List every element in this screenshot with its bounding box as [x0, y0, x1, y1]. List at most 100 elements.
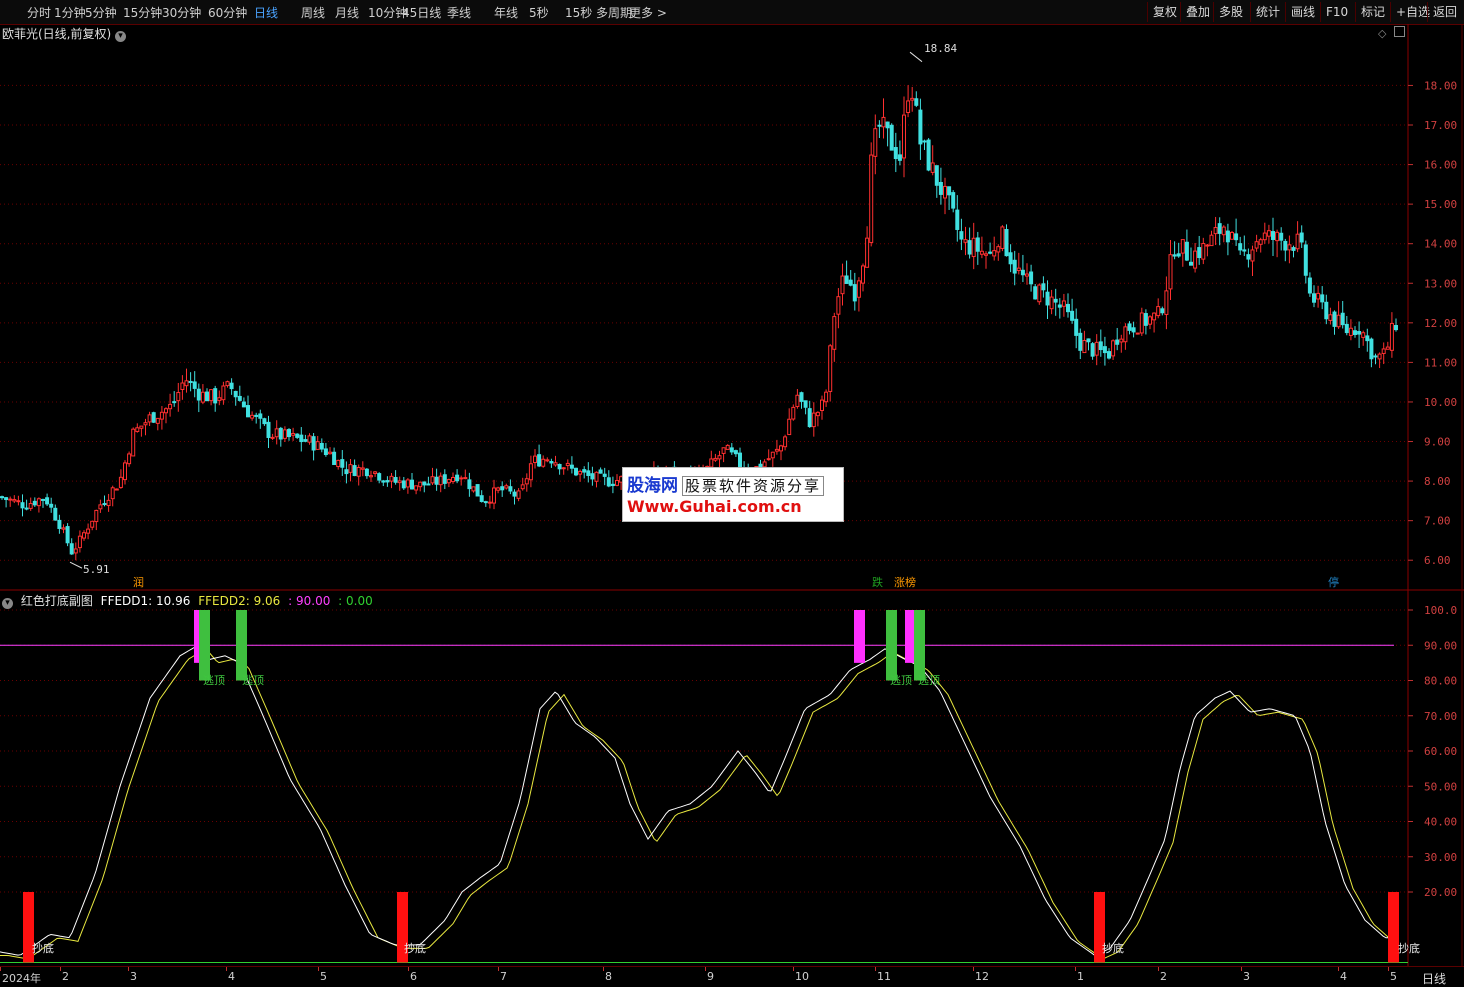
candle — [569, 456, 574, 474]
candle — [1115, 327, 1120, 351]
indicator-tick-label: 70.00 — [1424, 710, 1457, 723]
time-axis-label: 10 — [795, 970, 809, 983]
candle — [1193, 243, 1198, 273]
period-tab[interactable]: 60分钟 — [208, 4, 247, 21]
candle — [1102, 336, 1107, 366]
candle — [906, 85, 911, 118]
candle — [442, 469, 447, 490]
event-marker[interactable]: 涨榜 — [893, 576, 917, 589]
split-icon[interactable] — [1393, 26, 1405, 37]
escape-top-label: 逃顶 — [203, 674, 225, 687]
candle — [360, 461, 365, 477]
period-tab[interactable]: 月线 — [335, 4, 359, 21]
escape-top-label: 逃顶 — [890, 674, 912, 687]
candle — [1123, 323, 1128, 350]
candle — [1389, 312, 1394, 358]
toolbar-button[interactable]: 画线 — [1285, 2, 1320, 22]
candle — [229, 378, 234, 395]
candle — [1365, 328, 1370, 352]
candle — [504, 483, 509, 490]
diamond-icon[interactable]: ◇ — [1378, 27, 1386, 40]
candle — [1234, 218, 1239, 246]
event-marker[interactable]: 停 — [1327, 576, 1340, 589]
candle — [483, 500, 488, 507]
period-tab[interactable]: 5秒 — [529, 4, 549, 21]
indicator-tick-label: 100.0 — [1424, 604, 1457, 617]
period-tab[interactable]: 1分钟 — [54, 4, 86, 21]
period-tab[interactable]: 45日线 — [402, 4, 441, 21]
period-tab[interactable]: 更多 > — [629, 4, 667, 21]
candle — [1131, 321, 1136, 338]
candle — [713, 453, 718, 462]
candle — [1074, 308, 1079, 349]
candle — [914, 91, 919, 108]
chevron-down-icon[interactable]: ▾ — [115, 31, 127, 42]
period-tab[interactable]: 30分钟 — [162, 4, 201, 21]
candle — [1086, 338, 1091, 351]
price-tick-label: 12.00 — [1424, 317, 1457, 330]
candle — [1312, 285, 1316, 308]
toolbar-button[interactable]: 多股 — [1213, 2, 1248, 22]
toolbar-button[interactable]: 标记 — [1355, 2, 1390, 22]
time-axis-label: 3 — [130, 970, 137, 983]
period-tab[interactable]: 5分钟 — [85, 4, 117, 21]
candle — [508, 479, 513, 495]
candle — [553, 455, 558, 467]
event-marker[interactable]: 润 — [132, 576, 145, 589]
period-tab[interactable]: 多周期 — [596, 4, 632, 21]
candle — [123, 460, 127, 485]
candle — [766, 449, 771, 461]
event-marker[interactable]: 跌 — [871, 576, 884, 589]
candle — [1324, 294, 1329, 325]
toolbar-button[interactable]: F10 — [1320, 2, 1353, 22]
candle — [110, 485, 115, 507]
price-panel-title[interactable]: 欧菲光(日线,前复权) ▾ — [2, 25, 127, 42]
candle — [520, 477, 525, 491]
candle — [856, 277, 861, 312]
candle — [475, 484, 480, 497]
escape-top-label: 逃顶 — [242, 674, 264, 687]
candle — [438, 472, 443, 493]
candle — [528, 455, 533, 488]
stock-label[interactable]: 欧菲光(日线,前复权) — [2, 27, 111, 41]
candle — [1004, 224, 1009, 257]
period-tab[interactable]: 15秒 — [565, 4, 592, 21]
candle — [824, 389, 829, 407]
candle — [200, 384, 205, 405]
period-tab[interactable]: 年线 — [494, 4, 518, 21]
candle — [1041, 276, 1046, 298]
time-axis: 2024年 2 3 4 5 6 7 8 9 10 11 12 1 2 3 4 5 日线 — [0, 966, 1464, 987]
candle — [168, 393, 173, 417]
panel-toggle-icons[interactable]: ◇ — [1378, 26, 1405, 40]
event-marker[interactable]: 财 — [1363, 576, 1376, 589]
period-indicator[interactable]: 日线 — [1422, 970, 1446, 987]
period-tab[interactable]: 分时 — [27, 4, 51, 21]
indicator-legend[interactable]: ▾ 红色打底副图 FFEDD1: 10.96 FFEDD2: 9.06 : 90… — [2, 592, 377, 609]
period-tab[interactable]: 周线 — [301, 4, 325, 21]
toolbar-button[interactable]: 复权 — [1147, 2, 1182, 22]
period-tab[interactable]: 15分钟 — [123, 4, 162, 21]
candle — [602, 467, 607, 486]
candle — [143, 418, 148, 436]
candle — [1328, 307, 1333, 325]
candle — [147, 411, 152, 427]
toolbar-button[interactable]: 叠加 — [1180, 2, 1215, 22]
candle — [1221, 225, 1226, 243]
candle — [992, 236, 997, 261]
high-price-label: 18.84 — [924, 42, 958, 55]
period-tab[interactable]: 季线 — [447, 4, 471, 21]
toolbar-button[interactable]: 统计 — [1250, 2, 1285, 22]
chevron-down-icon[interactable]: ▾ — [2, 598, 13, 609]
candle — [250, 411, 255, 421]
toolbar-button[interactable]: 返回 — [1427, 2, 1462, 22]
time-axis-label: 4 — [228, 970, 235, 983]
escape-signal-bar — [236, 610, 247, 681]
candle — [1262, 222, 1267, 244]
candle — [237, 385, 242, 402]
period-tab[interactable]: 日线 — [254, 4, 278, 21]
time-axis-label: 6 — [410, 970, 417, 983]
candle — [98, 499, 103, 513]
candle — [791, 404, 796, 421]
candle — [996, 244, 1001, 261]
time-axis-tick — [1388, 967, 1389, 971]
